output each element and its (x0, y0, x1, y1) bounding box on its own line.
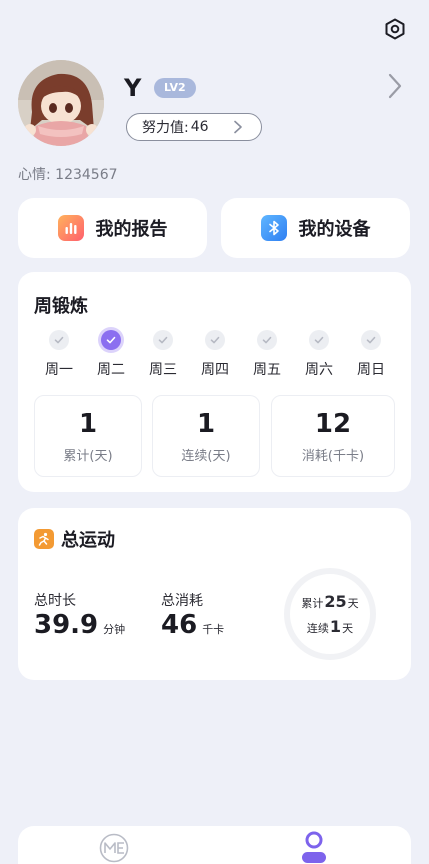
ring-total-value: 25 (324, 592, 347, 611)
weekday-item: 周五 (242, 330, 292, 379)
calories-label: 总消耗 (161, 593, 203, 609)
me-logo-icon (99, 833, 129, 863)
check-icon (257, 330, 277, 350)
stat-label: 累计(天) (63, 448, 113, 464)
bluetooth-icon (260, 215, 287, 241)
chevron-right-icon (234, 120, 242, 134)
tab-home[interactable] (98, 832, 130, 864)
total-title: 总运动 (34, 526, 115, 552)
weekday-item: 周三 (138, 330, 188, 379)
avatar[interactable] (18, 60, 104, 146)
tab-profile[interactable] (299, 830, 329, 864)
calories-value: 46 (161, 610, 198, 640)
days-ring: 累计 25 天 连续 1 天 (284, 568, 376, 660)
user-name: Y (124, 74, 142, 102)
my-report-label: 我的报告 (95, 219, 168, 240)
weekday-label: 周五 (253, 362, 281, 378)
weekday-item: 周一 (34, 330, 84, 379)
weekday-row: 周一 周二 周三 周四 周五 周六 周日 (34, 330, 396, 379)
stat-value: 1 (78, 408, 98, 439)
weekday-label: 周二 (97, 362, 125, 378)
bottom-tab-bar (18, 826, 411, 864)
duration-label: 总时长 (34, 593, 76, 609)
duration-metric: 39.9 分钟 (34, 610, 125, 640)
weekday-label: 周一 (45, 362, 73, 378)
weekday-item: 周四 (190, 330, 240, 379)
weekday-label: 周六 (305, 362, 333, 378)
mood-value: 1234567 (55, 167, 118, 183)
weekday-label: 周日 (357, 362, 385, 378)
check-icon (361, 330, 381, 350)
report-chart-icon (57, 215, 84, 241)
settings-button[interactable] (382, 16, 408, 42)
running-icon (34, 529, 54, 549)
stat-calories: 12 消耗(千卡) (271, 395, 395, 477)
level-badge: LV2 (154, 78, 196, 98)
check-icon (49, 330, 69, 350)
check-icon (153, 330, 173, 350)
ring-streak-prefix: 连续 (306, 622, 329, 635)
weekday-item: 周二 (86, 330, 136, 379)
mood-text: 心情: 1234567 (18, 164, 118, 184)
ring-streak-unit: 天 (342, 622, 354, 635)
ring-streak-days: 连续 1 天 (307, 617, 353, 636)
check-icon (205, 330, 225, 350)
avatar-image (18, 60, 104, 146)
ring-total-prefix: 累计 (301, 597, 324, 610)
duration-value: 39.9 (34, 610, 99, 640)
weekly-title: 周锻炼 (34, 296, 88, 317)
stat-value: 12 (314, 408, 352, 439)
stat-total-days: 1 累计(天) (34, 395, 142, 477)
settings-icon (385, 18, 405, 40)
weekday-label: 周三 (149, 362, 177, 378)
weekday-item: 周六 (294, 330, 344, 379)
check-icon (101, 330, 121, 350)
ring-streak-value: 1 (329, 617, 342, 636)
mood-label: 心情: (18, 167, 51, 183)
my-report-button[interactable]: 我的报告 (18, 198, 207, 258)
effort-value: 46 (190, 119, 209, 135)
total-title-label: 总运动 (61, 530, 115, 551)
stat-streak-days: 1 连续(天) (152, 395, 260, 477)
check-icon (309, 330, 329, 350)
weekly-exercise-card: 周锻炼 周一 周二 周三 周四 周五 周六 周日 1 累计(天) 1 连续(天) 12 消耗… (18, 272, 411, 492)
calories-unit: 千卡 (202, 623, 225, 636)
duration-unit: 分钟 (103, 623, 126, 636)
ring-total-days: 累计 25 天 (301, 592, 358, 611)
weekday-item: 周日 (346, 330, 396, 379)
ring-total-unit: 天 (347, 597, 359, 610)
my-device-button[interactable]: 我的设备 (221, 198, 410, 258)
calories-metric: 46 千卡 (161, 610, 224, 640)
total-exercise-card: 总运动 总时长 39.9 分钟 总消耗 46 千卡 累计 25 天 连续 1 天 (18, 508, 411, 680)
stat-label: 连续(天) (181, 448, 231, 464)
weekday-label: 周四 (201, 362, 229, 378)
chevron-right-icon (388, 73, 402, 99)
profile-detail-button[interactable] (386, 72, 404, 104)
stat-value: 1 (196, 408, 216, 439)
stat-label: 消耗(千卡) (301, 448, 365, 464)
my-device-label: 我的设备 (298, 219, 371, 240)
effort-pill[interactable]: 努力值: 46 (126, 113, 262, 141)
person-icon (302, 831, 326, 863)
effort-label: 努力值: (142, 120, 189, 136)
